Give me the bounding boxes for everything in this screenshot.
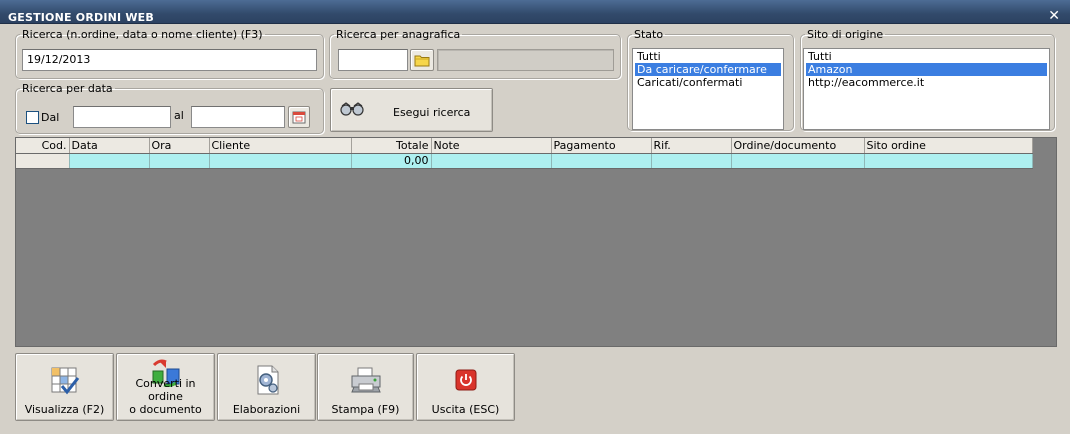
stampa-button[interactable]: Stampa (F9) [317, 353, 414, 421]
folder-icon [414, 55, 430, 67]
stato-option[interactable]: Tutti [635, 50, 781, 63]
stato-option[interactable]: Caricati/confermati [635, 76, 781, 89]
window-client: Ricerca (n.ordine, data o nome cliente) … [0, 24, 1070, 434]
elaborazioni-button[interactable]: Elaborazioni [217, 353, 316, 421]
gear-document-icon [257, 365, 278, 395]
sito-listbox[interactable]: Tutti Amazon http://eacommerce.it [803, 48, 1050, 130]
binoculars-icon [340, 102, 364, 116]
sito-option[interactable]: http://eacommerce.it [806, 76, 1047, 89]
stato-listbox[interactable]: Tutti Da caricare/confermare Caricati/co… [632, 48, 784, 130]
col-header-pagamento[interactable]: Pagamento [551, 138, 652, 154]
printer-icon [350, 367, 381, 393]
elaborazioni-label: Elaborazioni [232, 403, 301, 416]
stato-option-selected[interactable]: Da caricare/confermare [635, 63, 781, 76]
date-picker-button[interactable] [288, 106, 310, 128]
col-header-note[interactable]: Note [431, 138, 552, 154]
window-title: GESTIONE ORDINI WEB [8, 11, 154, 24]
uscita-button[interactable]: Uscita (ESC) [416, 353, 515, 421]
date-from-label: Dal [41, 111, 60, 124]
col-header-totale[interactable]: Totale [351, 138, 432, 154]
converti-button[interactable]: Converti in ordine o documento [116, 353, 215, 421]
col-header-cod[interactable]: Cod. [16, 138, 70, 154]
date-from-checkbox[interactable] [26, 111, 39, 124]
power-icon [455, 369, 476, 391]
col-header-ora[interactable]: Ora [149, 138, 210, 154]
cell-data[interactable] [69, 153, 150, 169]
uscita-label: Uscita (ESC) [431, 403, 500, 416]
run-search-button[interactable]: Esegui ricerca [330, 88, 493, 132]
cell-ora[interactable] [149, 153, 210, 169]
date-search-legend: Ricerca per data [22, 82, 113, 95]
col-header-cliente[interactable]: Cliente [209, 138, 352, 154]
table-row[interactable]: 0,00 [16, 153, 1033, 169]
col-header-ordine-documento[interactable]: Ordine/documento [731, 138, 865, 154]
cell-pagamento[interactable] [551, 153, 652, 169]
anagrafica-legend: Ricerca per anagrafica [336, 28, 461, 41]
cell-totale[interactable]: 0,00 [351, 153, 432, 169]
visualizza-button[interactable]: Visualizza (F2) [15, 353, 114, 421]
stato-legend: Stato [634, 28, 664, 41]
search-input[interactable]: 19/12/2013 [22, 49, 317, 71]
anagrafica-code-input[interactable] [338, 49, 408, 71]
title-bar: GESTIONE ORDINI WEB ✕ [0, 0, 1070, 24]
sito-option[interactable]: Tutti [806, 50, 1047, 63]
sito-legend: Sito di origine [807, 28, 884, 41]
anagrafica-name-display [437, 49, 614, 71]
calendar-icon [292, 111, 306, 124]
col-header-rif[interactable]: Rif. [651, 138, 732, 154]
converti-label: Converti in ordine o documento [117, 377, 214, 416]
cell-rif[interactable] [651, 153, 732, 169]
stampa-label: Stampa (F9) [331, 403, 400, 416]
cell-cliente[interactable] [209, 153, 352, 169]
close-icon[interactable]: ✕ [1048, 9, 1060, 23]
cell-cod[interactable] [16, 153, 70, 169]
visualizza-label: Visualizza (F2) [24, 403, 105, 416]
search-legend: Ricerca (n.ordine, data o nome cliente) … [22, 28, 263, 41]
date-to-label: al [174, 109, 184, 122]
cell-note[interactable] [431, 153, 552, 169]
sito-option-selected[interactable]: Amazon [806, 63, 1047, 76]
cell-sito-ordine[interactable] [864, 153, 1033, 169]
grid-header-row: Cod. Data Ora Cliente Totale Note Pagame… [16, 138, 1033, 154]
converti-label-line1: Converti in ordine [135, 377, 196, 403]
run-search-label: Esegui ricerca [393, 106, 471, 119]
date-from-input[interactable] [73, 106, 171, 128]
col-header-sito-ordine[interactable]: Sito ordine [864, 138, 1033, 154]
converti-label-line2: o documento [129, 403, 202, 416]
anagrafica-browse-button[interactable] [410, 49, 434, 71]
cell-ordine-documento[interactable] [731, 153, 865, 169]
date-to-input[interactable] [191, 106, 285, 128]
col-header-data[interactable]: Data [69, 138, 150, 154]
view-grid-icon [51, 367, 79, 395]
orders-grid[interactable]: Cod. Data Ora Cliente Totale Note Pagame… [15, 137, 1057, 347]
